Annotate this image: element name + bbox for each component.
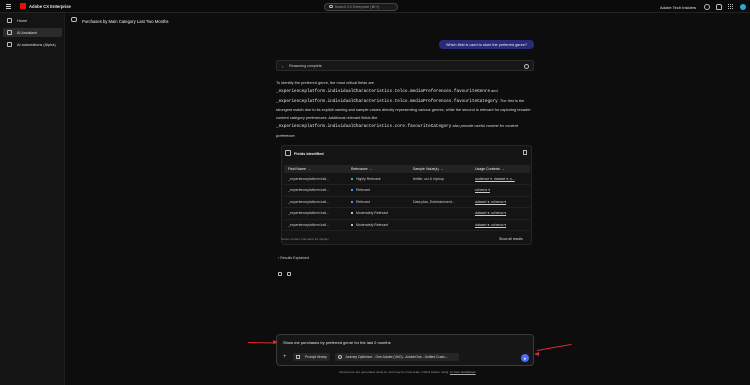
truncated-note: Some content truncated for display <box>281 237 329 241</box>
globe-icon <box>338 355 342 359</box>
field-name-cell[interactable]: _experienceplatform.indi... <box>284 196 347 208</box>
relevance-cell: Relevant <box>347 196 409 208</box>
sidebar-item-label: Home <box>17 18 28 23</box>
chevron-right-icon: › <box>282 64 284 69</box>
results-explained-toggle[interactable]: › Results Explained <box>278 256 309 260</box>
annotation-arrow <box>536 343 572 351</box>
add-icon[interactable]: + <box>283 354 287 360</box>
results-explained-label: Results Explained <box>280 256 309 260</box>
ai-assistant-icon <box>7 30 12 35</box>
search-icon <box>329 4 333 9</box>
conversation-icon <box>71 17 77 22</box>
fields-table: Field Name ⌄ Relevance ⌄ Sample Value(s) ⌄ … <box>284 165 530 231</box>
help-icon[interactable] <box>704 3 710 10</box>
table-icon <box>285 150 291 156</box>
menu-icon[interactable] <box>6 4 11 9</box>
field-name-cell[interactable]: _experienceplatform.indi... <box>284 173 347 185</box>
thumbs-down-icon[interactable] <box>287 272 291 276</box>
apps-grid-icon[interactable] <box>728 3 734 10</box>
org-switcher[interactable]: Adobe Tech Insiders <box>660 5 696 10</box>
relevance-cell: Relevant <box>347 184 409 197</box>
adobe-logo <box>20 3 26 9</box>
sidebar: Home AI Assistant AI automations (Alpha) <box>0 13 65 385</box>
prompt-input[interactable]: Show me purchases by preferred genre for… <box>283 340 391 345</box>
sample-cell <box>409 184 471 197</box>
status-dot <box>351 177 353 180</box>
avatar[interactable] <box>740 3 746 10</box>
sandbox-selector[interactable]: Journey Optimizer - One Adobe (VAO) - Ad… <box>335 353 459 361</box>
status-dot <box>351 212 353 215</box>
sidebar-item-ai-automations[interactable]: AI automations (Alpha) <box>3 40 62 49</box>
reasoning-panel[interactable]: › Reasoning complete <box>276 60 534 71</box>
table-row: _experienceplatform.indi... Moderately R… <box>284 219 530 231</box>
automation-icon <box>7 42 12 47</box>
usage-cell[interactable]: dataset ▾, schema ▾ <box>471 196 530 208</box>
search-placeholder: Search CX Enterprise (⌘+/) <box>334 4 380 9</box>
column-header[interactable]: Usage Contexts ⌄ <box>471 165 530 173</box>
thumbs-up-icon[interactable] <box>278 272 282 276</box>
usage-cell[interactable]: dataset ▾, schema ▾ <box>471 207 530 220</box>
status-dot <box>351 223 353 226</box>
column-header[interactable]: Sample Value(s) ⌄ <box>409 165 471 173</box>
home-icon <box>7 18 12 23</box>
table-row: _experienceplatform.indi... Relevant sch… <box>284 184 530 197</box>
sandbox-label: Journey Optimizer - One Adobe (VAO) - Ad… <box>345 355 448 359</box>
copy-icon[interactable] <box>523 150 527 155</box>
prompt-library-label: Prompt library <box>305 355 327 359</box>
relevance-cell: Moderately Relevant <box>347 219 409 231</box>
sidebar-item-label: AI automations (Alpha) <box>17 42 56 47</box>
prompt-composer[interactable]: Show me purchases by preferred genre for… <box>276 334 534 366</box>
usage-cell[interactable]: schema ▾ <box>471 184 530 197</box>
column-header[interactable]: Relevance ⌄ <box>347 165 409 173</box>
relevance-cell: Moderately Relevant <box>347 207 409 220</box>
top-bar: Adobe CX Enterprise Search CX Enterprise… <box>0 0 750 13</box>
table-row: _experienceplatform.indi... Moderately R… <box>284 207 530 220</box>
answer-text: and <box>490 88 498 94</box>
search-input[interactable]: Search CX Enterprise (⌘+/) <box>324 2 398 11</box>
brand-name: Adobe CX Enterprise <box>29 4 71 9</box>
sample-cell: thriller, sci-fi, hiphop <box>409 173 471 185</box>
field-name-cell[interactable]: _experienceplatform.indi... <box>284 207 347 220</box>
show-all-results-button[interactable]: Show all results <box>499 237 523 241</box>
column-header[interactable]: Field Name ⌄ <box>284 165 347 173</box>
status-dot <box>351 189 353 192</box>
sidebar-item-home[interactable]: Home <box>3 16 62 25</box>
prompt-library-button[interactable]: Prompt library <box>293 353 330 361</box>
answer-text: To identify the preferred genre, the mos… <box>276 80 374 85</box>
annotation-arrowhead <box>534 352 539 356</box>
field-name-cell[interactable]: _experienceplatform.indi... <box>284 184 347 197</box>
ai-disclaimer: Responses are generated using AI, and ma… <box>0 370 750 374</box>
check-circle-icon <box>524 63 529 69</box>
send-button[interactable]: ➤ <box>521 354 529 362</box>
field-reference: _experienceplatform.individualCharacteri… <box>276 89 491 95</box>
annotation-arrowhead <box>273 340 278 344</box>
relevance-cell: Highly Relevant <box>347 173 409 185</box>
field-reference: _experienceplatform.individualCharacteri… <box>276 98 498 104</box>
user-message: Which field is used to store the preferr… <box>439 40 534 49</box>
sample-cell: Data plan, Entertainment... <box>409 196 471 208</box>
field-reference: _experienceplatform.individualCharacteri… <box>276 124 452 130</box>
sample-cell <box>409 207 471 220</box>
fields-identified-card: Fields Identified Field Name ⌄ Relevance ⌄… <box>281 145 532 245</box>
sidebar-item-label: AI Assistant <box>17 30 37 35</box>
annotation-arrow <box>247 342 277 344</box>
assistant-answer: To identify the preferred genre, the mos… <box>276 79 538 140</box>
usage-cell[interactable]: audience ▾, dataset ▾, s... <box>471 173 530 185</box>
status-dot <box>351 200 353 203</box>
library-icon <box>296 355 300 359</box>
conversation-title: Purchases by Main Category Last Two Mont… <box>82 18 169 24</box>
card-title: Fields Identified <box>294 151 324 156</box>
sidebar-item-ai-assistant[interactable]: AI Assistant <box>3 28 62 37</box>
notifications-icon[interactable] <box>716 3 722 10</box>
disclaimer-text: Responses are generated using AI, and ma… <box>339 370 450 374</box>
guidelines-link[interactable]: AI User Guidelines <box>450 370 476 374</box>
field-name-cell[interactable]: _experienceplatform.indi... <box>284 219 347 231</box>
usage-cell[interactable]: dataset ▾, schema ▾ <box>471 219 530 231</box>
send-icon: ➤ <box>523 355 527 361</box>
sample-cell <box>409 219 471 231</box>
reasoning-label: Reasoning complete <box>289 64 322 69</box>
table-row: _experienceplatform.indi... Highly Relev… <box>284 173 530 185</box>
table-row: _experienceplatform.indi... Relevant Dat… <box>284 196 530 208</box>
